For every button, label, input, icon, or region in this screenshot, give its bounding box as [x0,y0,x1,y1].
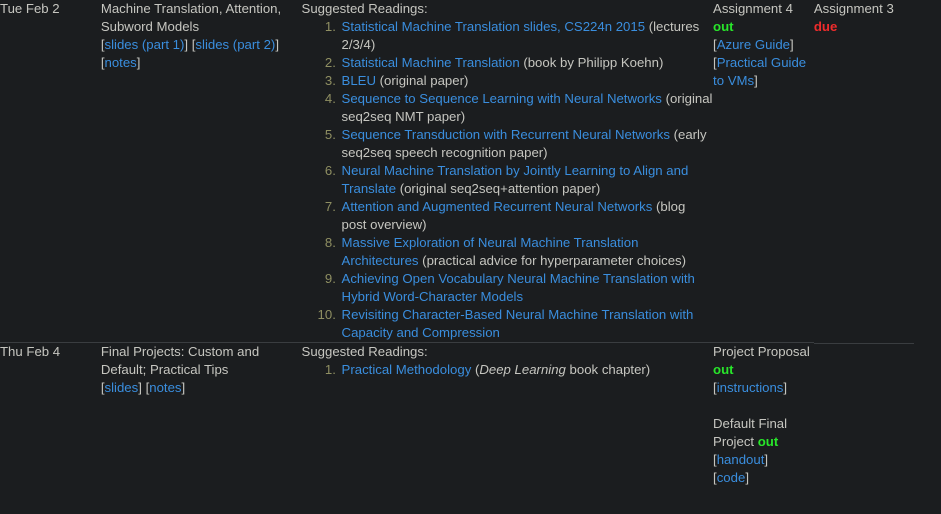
reading-note: (original seq2seq+attention paper) [396,181,600,196]
reading-link[interactable]: BLEU [342,73,376,88]
assignment-title: Assignment 4 [713,0,814,18]
date-label: Tue Feb 2 [0,1,60,16]
assignment-link-row: [Practical Guide to VMs] [713,54,814,90]
course-schedule-table: Tue Feb 2 Machine Translation, Attention… [0,0,941,487]
topic-links: [slides (part 1)] [slides (part 2)] [not… [101,36,302,72]
schedule-assignment-a-cell: Project Proposal out [instructions] Defa… [713,343,814,488]
bracket-close: ] [184,37,188,52]
assignment-link-row: [instructions] [713,379,814,397]
assignment-title: Assignment 3 [814,0,941,18]
reading-link[interactable]: Statistical Machine Translation slides, … [342,19,645,34]
assignment-links-secondary: [handout] [code] [713,451,814,487]
topic-title: Final Projects: Custom and Default; Prac… [101,343,302,379]
schedule-date-cell: Thu Feb 4 [0,343,101,488]
table-row: Tue Feb 2 Machine Translation, Attention… [0,0,941,343]
list-item: Neural Machine Translation by Jointly Le… [340,162,713,198]
list-item: Massive Exploration of Neural Machine Tr… [340,234,713,270]
readings-label: Suggested Readings: [302,0,713,18]
bracket-close: ] [137,55,141,70]
schedule-body: Tue Feb 2 Machine Translation, Attention… [0,0,941,487]
assignment-link-code[interactable]: code [717,470,746,485]
schedule-topic-cell: Machine Translation, Attention, Subword … [101,0,302,343]
assignment-link-azure-guide[interactable]: Azure Guide [717,37,790,52]
schedule-date-cell: Tue Feb 2 [0,0,101,343]
reading-link[interactable]: Sequence to Sequence Learning with Neura… [342,91,662,106]
reading-link[interactable]: Attention and Augmented Recurrent Neural… [342,199,653,214]
assignment-link-practical-guide-to-vms[interactable]: Practical Guide to VMs [713,55,806,88]
topic-link-slides[interactable]: slides [105,380,139,395]
reading-note: (book by Philipp Koehn) [520,55,664,70]
list-item: Attention and Augmented Recurrent Neural… [340,198,713,234]
reading-link[interactable]: Sequence Transduction with Recurrent Neu… [342,127,670,142]
bracket-close: ] [182,380,186,395]
bracket-close: ] [275,37,279,52]
reading-note-italic: Deep Learning [479,362,566,377]
list-item: Statistical Machine Translation (book by… [340,54,713,72]
bracket-close: ] [754,73,758,88]
reading-note: (original paper) [376,73,468,88]
reading-note: (practical advice for hyperparameter cho… [419,253,687,268]
reading-link[interactable]: Statistical Machine Translation [342,55,520,70]
assignment-status-line: due [814,18,941,36]
reading-note-post: book chapter) [566,362,650,377]
readings-list: Statistical Machine Translation slides, … [302,18,713,342]
list-item: BLEU (original paper) [340,72,713,90]
topic-link-notes[interactable]: notes [149,380,181,395]
bracket-close: ] [138,380,142,395]
status-badge-out: out [713,19,734,34]
schedule-assignment-b-cell: Assignment 3 due [814,0,941,343]
assignment-title-secondary: Default Final Project out [713,415,814,451]
reading-link[interactable]: Practical Methodology [342,362,472,377]
topic-links: [slides] [notes] [101,379,302,397]
list-item: Achieving Open Vocabulary Neural Machine… [340,270,713,306]
bracket-close: ] [764,452,768,467]
schedule-assignment-a-cell: Assignment 4 out [Azure Guide] [Practica… [713,0,814,343]
date-label: Thu Feb 4 [0,344,60,359]
schedule-readings-cell: Suggested Readings: Practical Methodolog… [302,343,713,488]
spacer [713,397,814,415]
readings-label: Suggested Readings: [302,343,713,361]
reading-link[interactable]: Achieving Open Vocabulary Neural Machine… [342,271,695,304]
status-badge-out: out [713,362,734,377]
assignment-status-line: out [713,18,814,36]
assignment-title: Project Proposal out [713,343,814,379]
readings-list: Practical Methodology (Deep Learning boo… [302,361,713,379]
topic-link-slides-part-1[interactable]: slides (part 1) [105,37,185,52]
assignment-links: [Azure Guide] [Practical Guide to VMs] [713,36,814,90]
assignment-link-row: [handout] [713,451,814,469]
list-item: Statistical Machine Translation slides, … [340,18,713,54]
assignment-title-text: Project Proposal [713,344,810,359]
schedule-readings-cell: Suggested Readings: Statistical Machine … [302,0,713,343]
assignment-link-row: [Azure Guide] [713,36,814,54]
topic-link-notes[interactable]: notes [105,55,137,70]
table-row: Thu Feb 4 Final Projects: Custom and Def… [0,343,941,488]
schedule-assignment-b-cell [814,343,941,488]
list-item: Revisiting Character-Based Neural Machin… [340,306,713,342]
status-badge-due: due [814,19,837,34]
reading-link[interactable]: Revisiting Character-Based Neural Machin… [342,307,694,340]
bracket-close: ] [790,37,794,52]
assignment-link-instructions[interactable]: instructions [717,380,784,395]
bracket-close: ] [745,470,749,485]
bracket-close: ] [783,380,787,395]
list-item: Sequence Transduction with Recurrent Neu… [340,126,713,162]
topic-link-slides-part-2[interactable]: slides (part 2) [195,37,275,52]
list-item: Sequence to Sequence Learning with Neura… [340,90,713,126]
assignment-link-row: [code] [713,469,814,487]
assignment-links: [instructions] [713,379,814,397]
list-item: Practical Methodology (Deep Learning boo… [340,361,713,379]
schedule-topic-cell: Final Projects: Custom and Default; Prac… [101,343,302,488]
status-badge-out: out [758,434,779,449]
assignment-link-handout[interactable]: handout [717,452,765,467]
topic-title: Machine Translation, Attention, Subword … [101,0,302,36]
